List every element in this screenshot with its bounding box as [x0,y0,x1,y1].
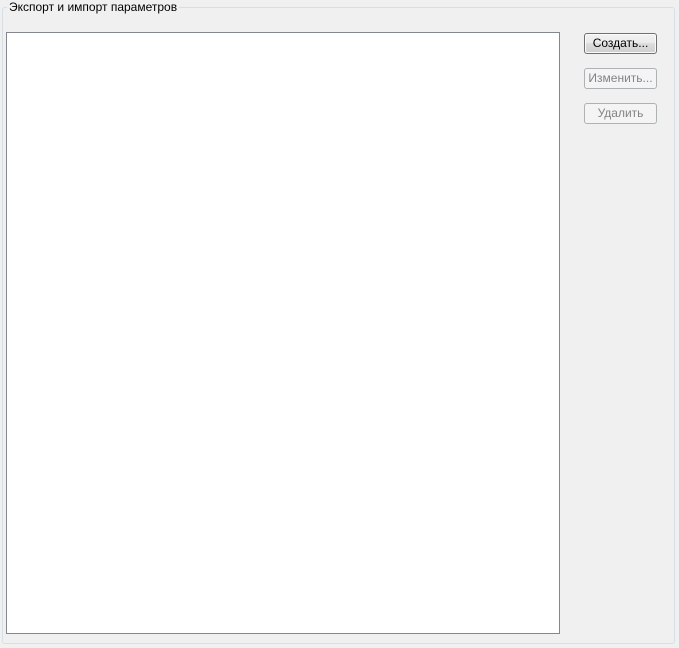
settings-list[interactable] [6,32,560,634]
delete-button[interactable]: Удалить [584,103,657,124]
settings-panel: Экспорт и импорт параметров Создать... И… [0,0,679,648]
groupbox-caption: Экспорт и импорт параметров [7,0,180,14]
edit-button[interactable]: Изменить... [584,68,657,89]
create-button[interactable]: Создать... [584,33,657,54]
